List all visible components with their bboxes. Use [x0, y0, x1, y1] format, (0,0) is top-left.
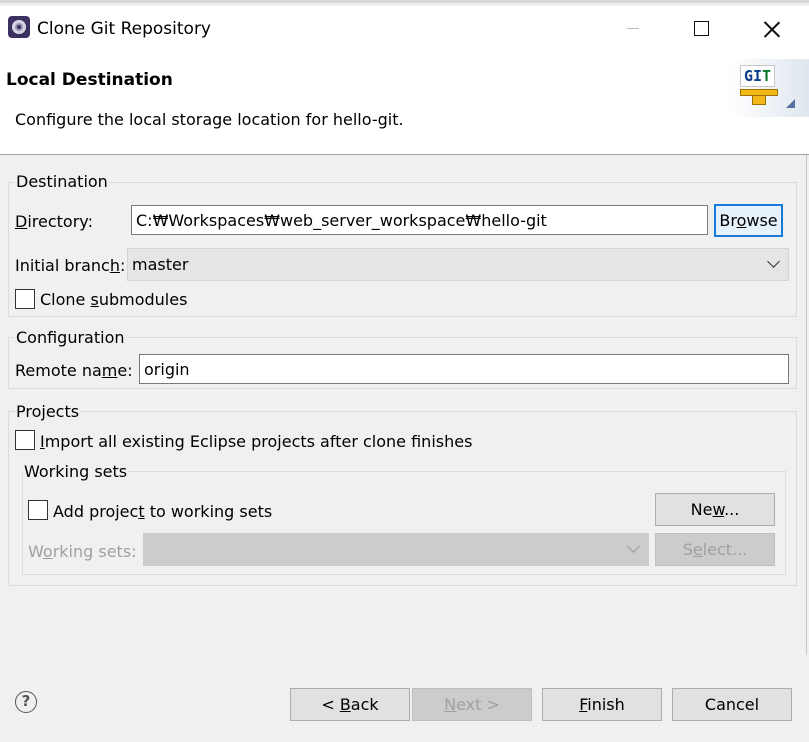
- initial-branch-value: master: [132, 255, 189, 274]
- chevron-down-icon: [627, 540, 640, 553]
- select-working-sets-button[interactable]: Select...: [655, 533, 775, 566]
- git-repository-banner-icon: GIT: [730, 59, 809, 117]
- clone-submodules-label: Clone submodules: [40, 290, 188, 309]
- working-sets-group-label: Working sets: [23, 462, 129, 481]
- title-bar: Clone Git Repository: [0, 6, 809, 51]
- working-sets-label: Working sets:: [28, 542, 137, 561]
- browse-button[interactable]: Browse: [714, 204, 783, 237]
- add-to-working-sets-label: Add project to working sets: [53, 502, 273, 521]
- banner-corner-decoration: [786, 99, 795, 108]
- initial-branch-select[interactable]: master: [127, 248, 789, 281]
- clone-git-repository-dialog: Clone Git Repository Local Destination C…: [0, 0, 809, 742]
- wizard-header: Local Destination Configure the local st…: [0, 51, 809, 155]
- working-sets-select[interactable]: [143, 533, 649, 566]
- finish-button[interactable]: Finish: [542, 688, 662, 721]
- initial-branch-label: Initial branch:: [15, 256, 126, 275]
- close-icon: [764, 21, 780, 37]
- eclipse-icon: [8, 16, 30, 38]
- maximize-icon: [694, 21, 709, 36]
- remote-name-field[interactable]: origin: [139, 354, 789, 384]
- cancel-button[interactable]: Cancel: [672, 688, 792, 721]
- import-projects-checkbox[interactable]: [15, 430, 35, 450]
- add-to-working-sets-checkbox[interactable]: [28, 500, 48, 520]
- page-title: Local Destination: [6, 70, 173, 90]
- git-banner-label: GIT: [740, 65, 775, 87]
- directory-label: Directory:: [15, 212, 93, 231]
- back-button[interactable]: < Back: [290, 688, 410, 721]
- clone-submodules-checkbox[interactable]: [15, 289, 35, 309]
- git-pipe-joint-shape: [752, 95, 766, 105]
- chevron-down-icon: [767, 255, 780, 268]
- remote-name-label: Remote name:: [15, 361, 133, 380]
- dialog-right-border: [806, 155, 807, 655]
- projects-group-label: Projects: [15, 402, 81, 421]
- minimize-icon: [627, 28, 639, 29]
- destination-group-label: Destination: [15, 172, 109, 191]
- help-icon[interactable]: ?: [15, 691, 37, 713]
- next-button[interactable]: Next >: [412, 688, 532, 721]
- directory-field[interactable]: C:₩Workspaces₩web_server_workspace₩hello…: [131, 205, 708, 235]
- configuration-group-label: Configuration: [15, 328, 126, 347]
- maximize-button[interactable]: [671, 6, 733, 51]
- page-description: Configure the local storage location for…: [15, 110, 404, 129]
- import-projects-label: Import all existing Eclipse projects aft…: [40, 432, 473, 451]
- new-working-set-button[interactable]: New...: [655, 493, 775, 526]
- close-button[interactable]: [741, 6, 803, 51]
- minimize-button[interactable]: [601, 6, 663, 51]
- window-title: Clone Git Repository: [37, 19, 211, 39]
